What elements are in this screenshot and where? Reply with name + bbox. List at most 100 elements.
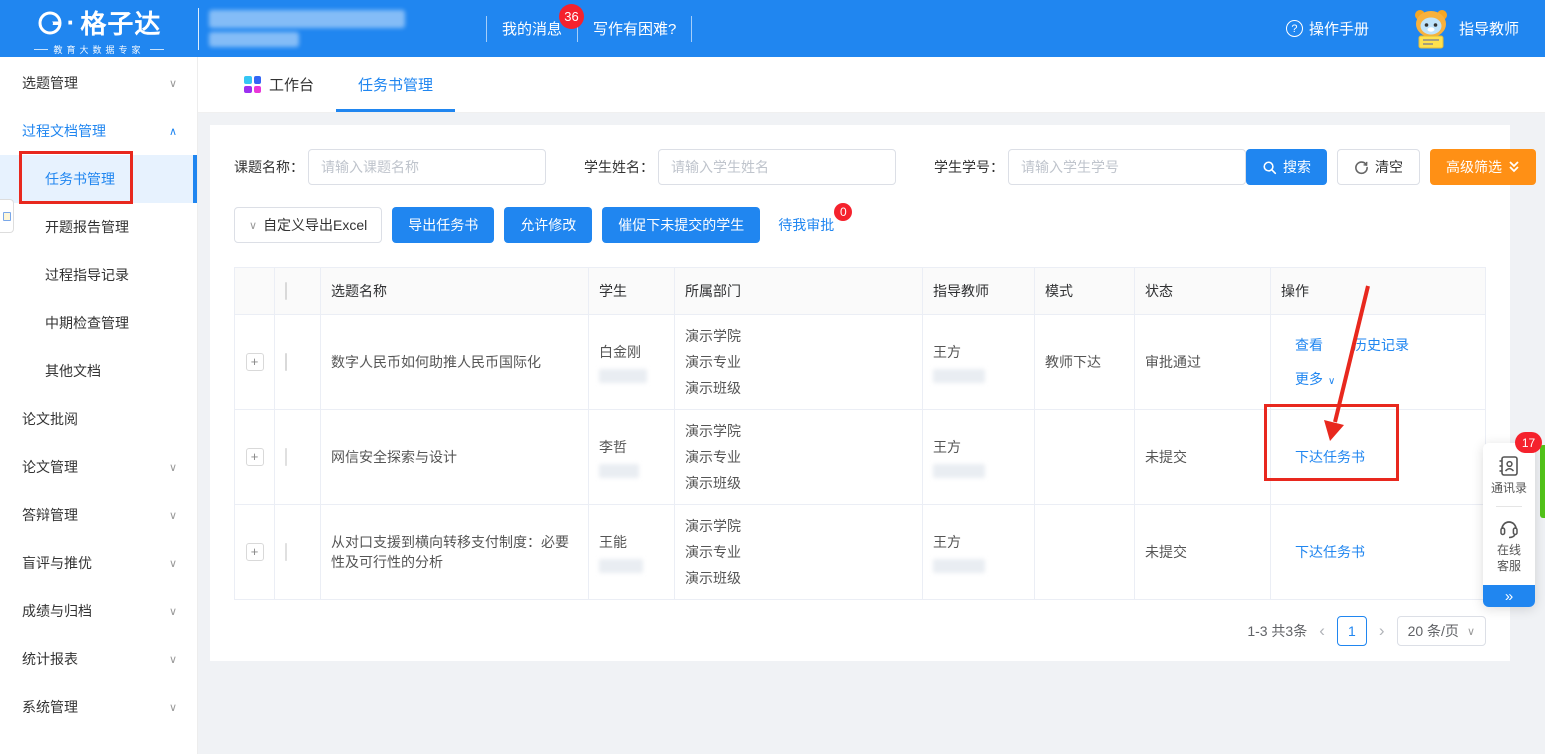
expand-row-button[interactable]: + [246,353,264,371]
contacts-button[interactable]: 通讯录 [1483,451,1535,503]
redacted-advisor-id [933,464,985,478]
pending-approval-link[interactable]: 待我审批 0 [778,215,842,235]
sidebar-item-defense-management[interactable]: 答辩管理 ∨ [0,491,197,539]
student-cell: 李哲 [589,410,675,505]
tab-workbench[interactable]: 工作台 [244,57,314,112]
col-advisor: 指导教师 [923,268,1035,315]
contacts-count-badge: 17 [1515,432,1542,453]
chevron-down-icon: ∨ [169,605,177,618]
my-messages-link[interactable]: 我的消息 36 [502,18,562,39]
sidebar-item-proposal-report[interactable]: 开题报告管理 [0,203,197,251]
search-button[interactable]: 搜索 [1246,149,1327,185]
student-cell: 白金刚 [589,315,675,410]
sidebar-item-blind-review[interactable]: 盲评与推优 ∨ [0,539,197,587]
action-row: ∨ 自定义导出Excel 导出任务书 允许修改 催促下未提交的学生 待我审批 0 [234,207,1486,243]
role-menu[interactable]: 指导教师 [1411,8,1519,50]
mode-cell [1035,410,1135,505]
sidebar-item-other-docs[interactable]: 其他文档 [0,347,197,395]
collapse-panel-button[interactable]: » [1483,585,1535,607]
chevron-down-icon: ∨ [1328,376,1335,387]
chevron-down-icon: ∨ [169,77,177,90]
sidebar-item-process-docs[interactable]: 过程文档管理 ∧ [0,107,197,155]
brand-g-icon [37,10,63,36]
double-chevron-down-icon [1508,160,1520,174]
floating-tool-panel: 17 通讯录 在线 客服 » [1483,443,1535,607]
app-header: · 格子达 教育大数据专家 我的消息 36 写作有困难? ? 操作手册 [0,0,1545,57]
col-mode: 模式 [1035,268,1135,315]
row-checkbox[interactable] [285,353,287,371]
department-cell: 演示学院 演示专业 演示班级 [675,505,923,600]
department-cell: 演示学院 演示专业 演示班级 [675,410,923,505]
sidebar-item-topic-management[interactable]: 选题管理 ∨ [0,59,197,107]
pending-count-badge: 0 [834,203,852,221]
advanced-filter-button[interactable]: 高级筛选 [1430,149,1536,185]
operations-cell: 下达任务书 [1271,505,1486,600]
export-taskbook-button[interactable]: 导出任务书 [392,207,494,243]
question-circle-icon: ? [1286,20,1303,37]
col-department: 所属部门 [675,268,923,315]
expand-row-button[interactable]: + [246,543,264,561]
sidebar-item-midterm-check[interactable]: 中期检查管理 [0,299,197,347]
pinned-widget-icon [3,212,11,221]
history-link[interactable]: 历史记录 [1353,335,1409,355]
topic-cell: 数字人民币如何助推人民币国际化 [321,315,589,410]
more-link[interactable]: 更多∨ [1295,369,1335,389]
writing-help-link[interactable]: 写作有困难? [593,18,676,39]
tabbar: 工作台 任务书管理 [198,57,1545,113]
edge-green-handle[interactable] [1540,445,1545,518]
sidebar-item-guidance-records[interactable]: 过程指导记录 [0,251,197,299]
select-all-checkbox[interactable] [285,282,287,300]
redacted-bar [209,32,299,47]
student-name-input[interactable] [658,149,896,185]
sidebar-item-grades-archive[interactable]: 成绩与归档 ∨ [0,587,197,635]
assign-taskbook-link[interactable]: 下达任务书 [1295,449,1365,465]
manual-button[interactable]: ? 操作手册 [1286,18,1369,39]
advisor-cell: 王方 [923,315,1035,410]
student-id-label: 学生学号： [934,157,1004,177]
headset-icon [1483,516,1535,540]
sidebar-item-taskbook-management[interactable]: 任务书管理 [0,155,197,203]
department-cell: 演示学院 演示专业 演示班级 [675,315,923,410]
allow-modify-button[interactable]: 允许修改 [504,207,592,243]
mode-cell: 教师下达 [1035,315,1135,410]
view-link[interactable]: 查看 [1295,335,1323,355]
prev-page-button[interactable]: ‹ [1319,621,1325,641]
chevron-down-icon: ∨ [169,701,177,714]
student-id-input[interactable] [1008,149,1246,185]
sidebar-item-statistics[interactable]: 统计报表 ∨ [0,635,197,683]
urge-unsubmitted-button[interactable]: 催促下未提交的学生 [602,207,760,243]
chevron-down-icon: ∨ [169,557,177,570]
page-number[interactable]: 1 [1337,616,1367,646]
operations-cell: 下达任务书 [1271,410,1486,505]
sidebar-item-paper-management[interactable]: 论文管理 ∨ [0,443,197,491]
nav-divider [486,16,487,42]
sidebar-item-paper-review[interactable]: 论文批阅 [0,395,197,443]
chevron-down-icon: ∨ [1467,625,1475,638]
page-size-select[interactable]: 20 条/页 ∨ [1397,616,1486,646]
row-checkbox[interactable] [285,543,287,561]
pagination-total: 1-3 共3条 [1247,621,1307,641]
custom-export-excel-button[interactable]: ∨ 自定义导出Excel [234,207,382,243]
school-name-redacted [209,10,405,47]
next-page-button[interactable]: › [1379,621,1385,641]
redacted-student-id [599,369,647,383]
expand-row-button[interactable]: + [246,448,264,466]
online-service-button[interactable]: 在线 客服 [1483,513,1535,581]
col-operations: 操作 [1271,268,1486,315]
sidebar-item-system-management[interactable]: 系统管理 ∨ [0,683,197,731]
topic-cell: 从对口支援到横向转移支付制度：必要性及可行性的分析 [321,505,589,600]
row-checkbox[interactable] [285,448,287,466]
mascot-icon [1411,8,1451,50]
status-cell: 未提交 [1135,410,1271,505]
operations-cell: 查看 历史记录 更多∨ [1271,315,1486,410]
assign-taskbook-link[interactable]: 下达任务书 [1295,544,1365,560]
left-edge-collapsed-tab[interactable] [0,199,14,233]
tab-taskbook-management[interactable]: 任务书管理 [358,57,433,112]
clear-button[interactable]: 清空 [1337,149,1420,185]
pagination: 1-3 共3条 ‹ 1 › 20 条/页 ∨ [234,616,1486,646]
chevron-down-icon: ∨ [169,461,177,474]
brand-dot: · [67,7,77,38]
chevron-up-icon: ∧ [169,125,177,138]
topic-name-input[interactable] [308,149,546,185]
header-divider [198,8,199,50]
